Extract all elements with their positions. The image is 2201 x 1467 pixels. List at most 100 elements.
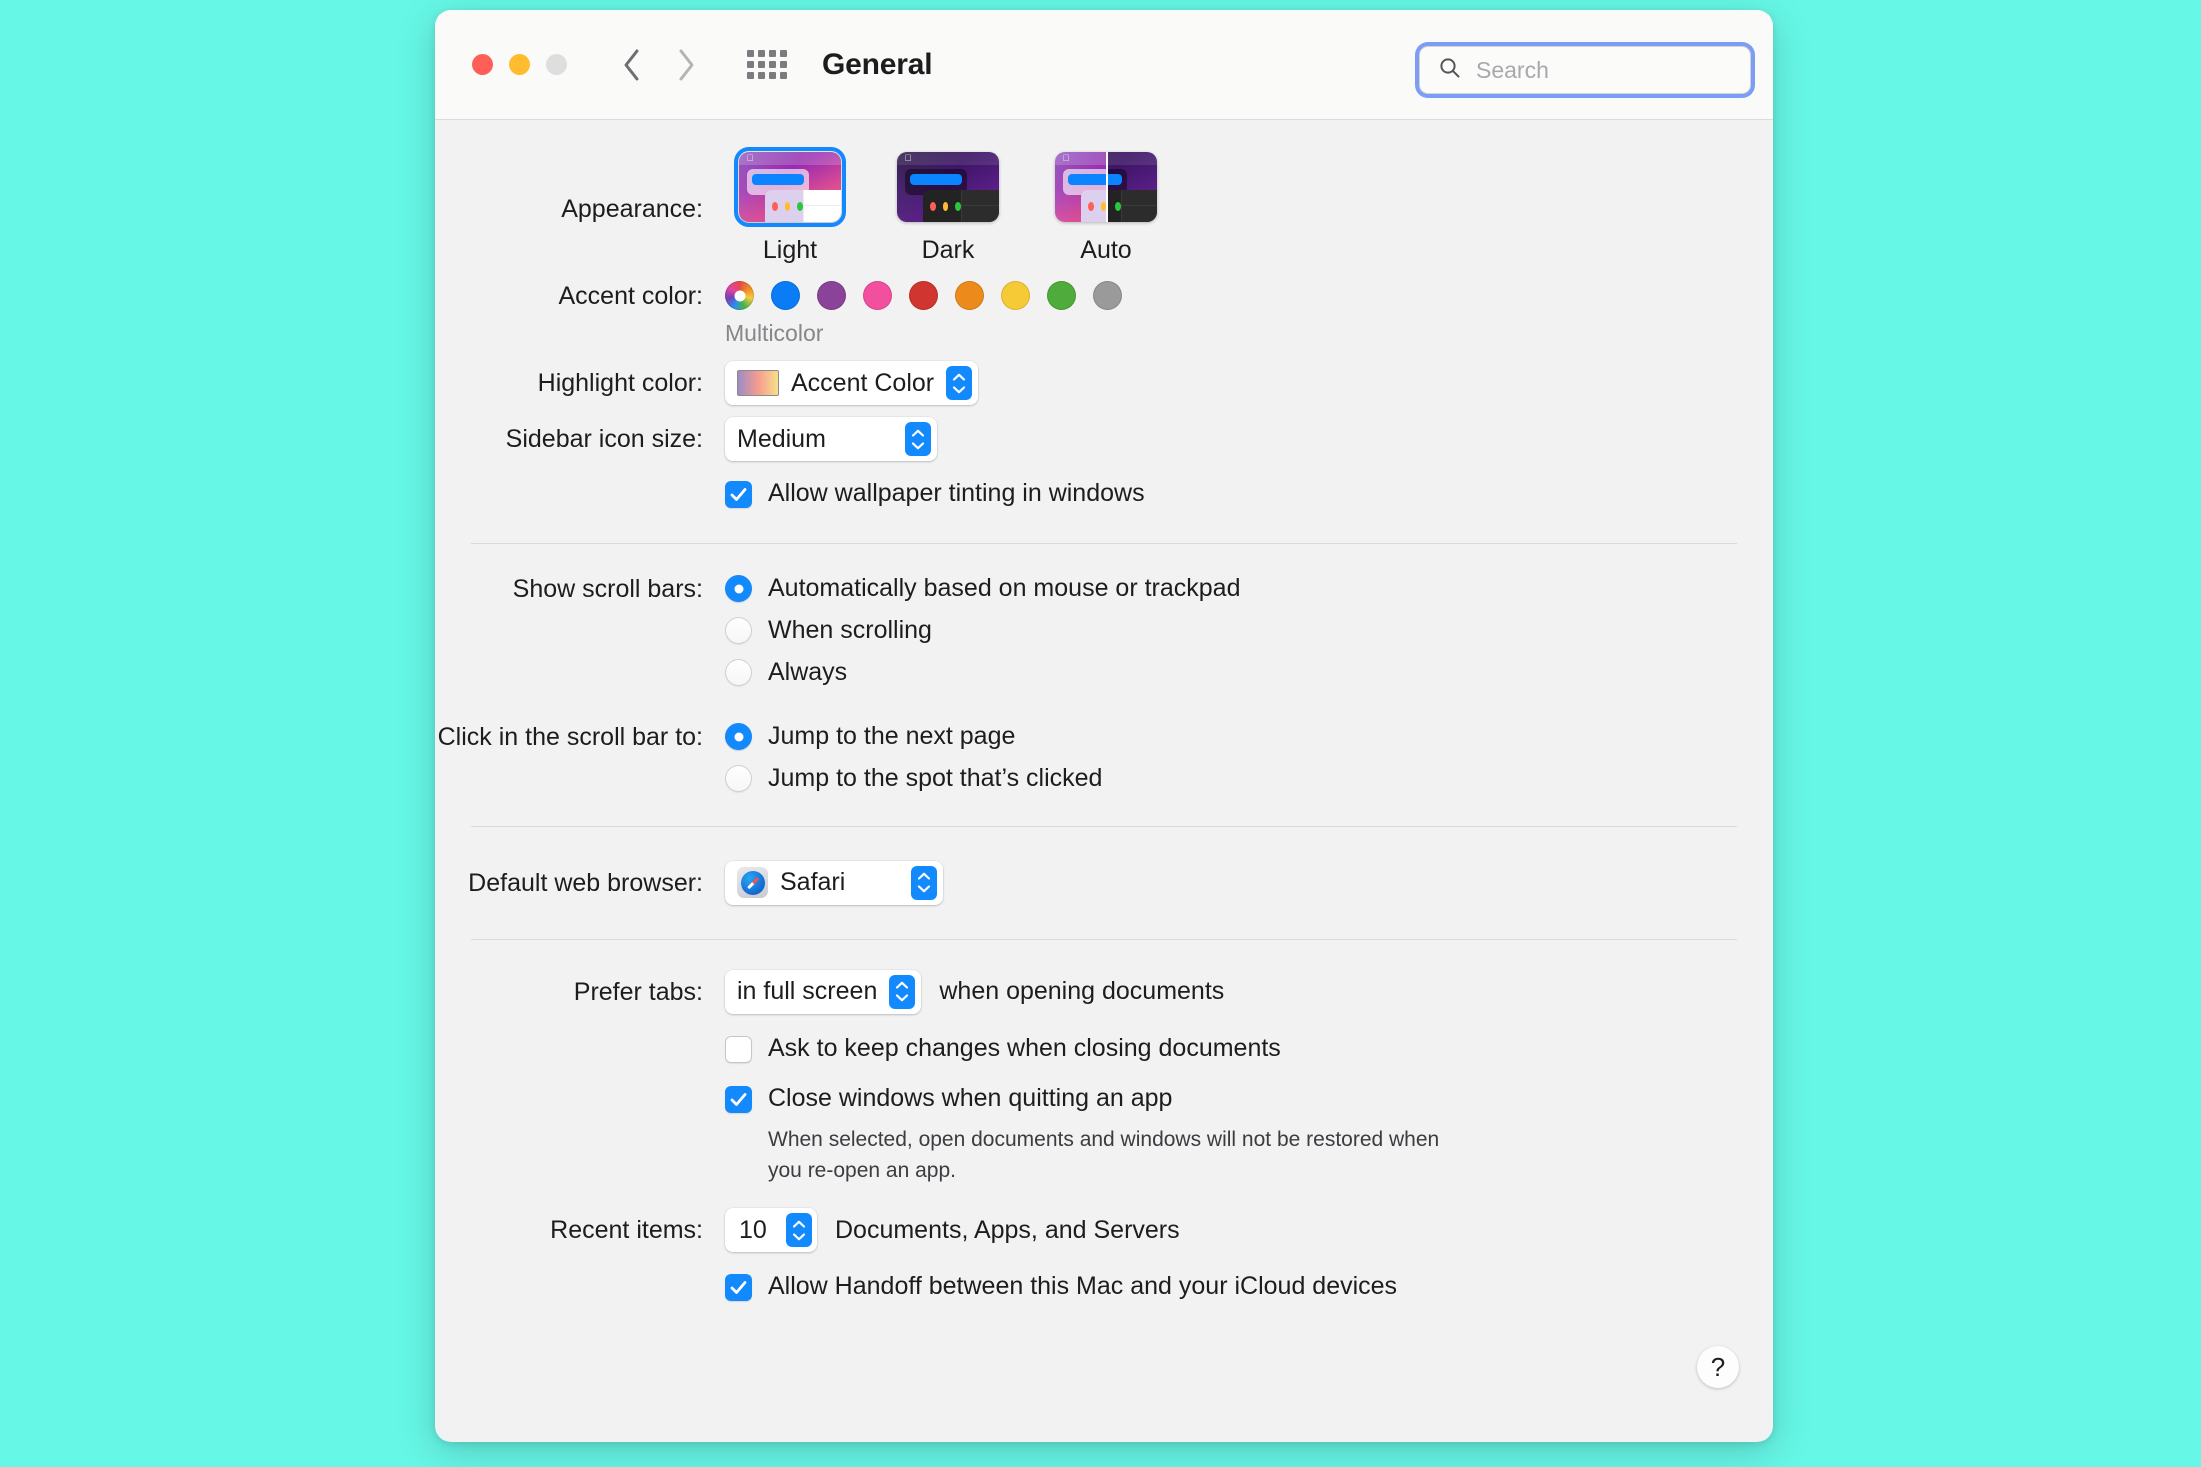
- default-web-browser-value: Safari: [780, 868, 846, 897]
- scrollbar-option-always[interactable]: Always: [725, 652, 1773, 694]
- appearance-options:  Light : [725, 147, 1773, 265]
- preferences-content: Appearance:  Light: [435, 120, 1773, 1442]
- show-all-preferences-grid-icon[interactable]: [747, 50, 787, 79]
- radio-label-always: Always: [768, 657, 848, 686]
- close-windows-help-text: When selected, open documents and window…: [768, 1128, 1440, 1182]
- accent-swatch-blue[interactable]: [771, 281, 800, 310]
- search-field[interactable]: Search: [1419, 46, 1751, 94]
- appearance-thumbnail-light[interactable]: : [734, 147, 846, 227]
- ask-keep-changes-row: Ask to keep changes when closing documen…: [435, 1032, 1773, 1066]
- handoff-row: Allow Handoff between this Mac and your …: [435, 1270, 1773, 1304]
- appearance-label-dark: Dark: [921, 236, 975, 264]
- scrollbar-option-when-scrolling[interactable]: When scrolling: [725, 610, 1773, 652]
- chevron-updown-icon[interactable]: [786, 1213, 812, 1248]
- window-titlebar: General Search: [435, 10, 1773, 120]
- prefer-tabs-row: Prefer tabs: in full screen when opening…: [435, 969, 1773, 1014]
- radio-always[interactable]: [725, 659, 752, 687]
- sidebar-icon-size-popup[interactable]: Medium: [725, 417, 937, 461]
- appearance-row: Appearance:  Light: [435, 147, 1773, 265]
- accent-swatch-yellow[interactable]: [1001, 281, 1030, 310]
- radio-jump-spot-clicked[interactable]: [725, 765, 752, 793]
- show-scroll-bars-label: Show scroll bars:: [512, 574, 703, 603]
- close-windows-label: Close windows when quitting an app: [768, 1083, 1173, 1112]
- prefer-tabs-label: Prefer tabs:: [573, 977, 703, 1006]
- radio-label-when-scrolling: When scrolling: [768, 615, 932, 644]
- section-divider: [471, 825, 1737, 827]
- accent-color-caption: Multicolor: [725, 320, 824, 346]
- page-title: General: [822, 47, 933, 81]
- handoff-label: Allow Handoff between this Mac and your …: [768, 1272, 1398, 1301]
- appearance-thumbnail-dark[interactable]: : [897, 152, 999, 222]
- accent-swatch-pink[interactable]: [863, 281, 892, 310]
- chevron-updown-icon[interactable]: [889, 974, 916, 1009]
- accent-swatch-purple[interactable]: [817, 281, 846, 310]
- radio-automatic[interactable]: [725, 575, 752, 603]
- accent-swatch-orange[interactable]: [955, 281, 984, 310]
- accent-swatch-multicolor[interactable]: [725, 281, 754, 310]
- help-button[interactable]: ?: [1697, 1346, 1739, 1388]
- wallpaper-tinting-checkbox-row[interactable]: Allow wallpaper tinting in windows: [725, 477, 1773, 511]
- accent-swatch-red[interactable]: [909, 281, 938, 310]
- scrollbar-option-automatic[interactable]: Automatically based on mouse or trackpad: [725, 568, 1773, 610]
- default-web-browser-row: Default web browser: Safari: [435, 860, 1773, 905]
- chevron-updown-icon[interactable]: [905, 422, 931, 456]
- sidebar-icon-size-label: Sidebar icon size:: [505, 425, 703, 453]
- appearance-label: Appearance:: [561, 195, 703, 223]
- close-windows-row: Close windows when quitting an app When …: [435, 1082, 1773, 1187]
- appearance-option-dark[interactable]:  Dark: [883, 152, 1013, 265]
- close-window-button[interactable]: [472, 54, 493, 75]
- recent-items-stepper[interactable]: 10: [725, 1208, 817, 1253]
- ask-keep-changes-checkbox[interactable]: [725, 1035, 752, 1063]
- section-divider: [471, 542, 1737, 544]
- show-scroll-bars-row: Show scroll bars: Automatically based on…: [435, 568, 1773, 694]
- default-web-browser-popup[interactable]: Safari: [725, 860, 943, 905]
- wallpaper-tinting-checkbox[interactable]: [725, 481, 752, 508]
- handoff-checkbox[interactable]: [725, 1274, 752, 1302]
- appearance-option-light[interactable]:  Light: [725, 147, 855, 265]
- scrollbar-click-option-next-page[interactable]: Jump to the next page: [725, 716, 1773, 758]
- radio-label-jump-next-page: Jump to the next page: [768, 721, 1016, 750]
- radio-when-scrolling[interactable]: [725, 617, 752, 645]
- highlight-color-value: Accent Color: [791, 368, 935, 397]
- recent-items-label: Recent items:: [550, 1216, 703, 1245]
- appearance-option-auto[interactable]: : [1041, 152, 1171, 265]
- radio-jump-next-page[interactable]: [725, 723, 752, 751]
- traffic-light-buttons: [472, 54, 567, 75]
- back-chevron-icon[interactable]: [617, 46, 647, 84]
- recent-items-suffix: Documents, Apps, and Servers: [835, 1215, 1180, 1244]
- ask-keep-changes-checkbox-row[interactable]: Ask to keep changes when closing documen…: [725, 1032, 1773, 1066]
- minimize-window-button[interactable]: [509, 54, 530, 75]
- default-web-browser-label: Default web browser:: [468, 868, 703, 897]
- chevron-updown-icon[interactable]: [946, 366, 973, 400]
- highlight-color-popup[interactable]: Accent Color: [725, 361, 979, 405]
- scroll-bar-click-label: Click in the scroll bar to:: [437, 722, 703, 751]
- highlight-color-row: Highlight color: Accent Color: [435, 361, 1773, 405]
- prefer-tabs-value: in full screen: [737, 977, 878, 1006]
- prefer-tabs-popup[interactable]: in full screen: [725, 969, 922, 1014]
- maximize-window-button[interactable]: [546, 54, 567, 75]
- chevron-updown-icon[interactable]: [911, 865, 937, 900]
- accent-color-row: Accent color: Multicolor: [435, 281, 1773, 347]
- appearance-thumbnail-auto[interactable]: : [1055, 152, 1157, 222]
- radio-label-automatic: Automatically based on mouse or trackpad: [768, 573, 1241, 602]
- accent-swatch-graphite[interactable]: [1093, 281, 1122, 310]
- accent-swatch-green[interactable]: [1047, 281, 1076, 310]
- radio-label-jump-spot-clicked: Jump to the spot that’s clicked: [768, 763, 1103, 792]
- appearance-label-auto: Auto: [1080, 236, 1132, 264]
- scroll-bar-click-row: Click in the scroll bar to: Jump to the …: [435, 716, 1773, 800]
- appearance-label-light: Light: [762, 236, 818, 264]
- highlight-color-label: Highlight color:: [537, 369, 703, 397]
- search-placeholder: Search: [1476, 56, 1549, 83]
- forward-chevron-icon[interactable]: [671, 46, 701, 84]
- prefer-tabs-suffix: when opening documents: [939, 977, 1225, 1006]
- wallpaper-tinting-label: Allow wallpaper tinting in windows: [768, 479, 1145, 507]
- accent-color-label: Accent color:: [558, 282, 703, 310]
- ask-keep-changes-label: Ask to keep changes when closing documen…: [768, 1033, 1281, 1062]
- scrollbar-click-option-spot-clicked[interactable]: Jump to the spot that’s clicked: [725, 758, 1773, 800]
- close-windows-checkbox[interactable]: [725, 1085, 752, 1113]
- handoff-checkbox-row[interactable]: Allow Handoff between this Mac and your …: [725, 1270, 1773, 1304]
- recent-items-row: Recent items: 10 Documents, Apps, and Se…: [435, 1208, 1773, 1253]
- sidebar-icon-size-row: Sidebar icon size: Medium: [435, 417, 1773, 461]
- accent-color-swatches: [725, 281, 1773, 310]
- close-windows-checkbox-row[interactable]: Close windows when quitting an app: [725, 1082, 1773, 1116]
